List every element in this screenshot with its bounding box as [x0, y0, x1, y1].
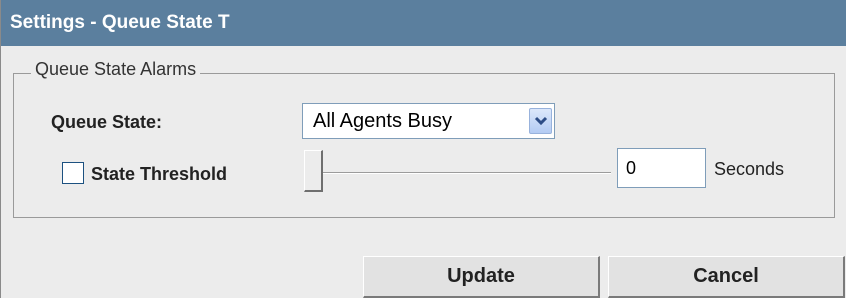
queue-state-selected-value: All Agents Busy: [313, 110, 452, 132]
threshold-seconds-input[interactable]: 0: [617, 148, 706, 188]
group-legend: Queue State Alarms: [31, 59, 201, 80]
title-bar: Settings - Queue State T: [1, 0, 846, 46]
state-threshold-checkbox[interactable]: [62, 162, 84, 184]
seconds-label: Seconds: [714, 159, 785, 179]
cancel-button[interactable]: Cancel: [608, 256, 845, 298]
queue-state-alarms-group: [13, 73, 835, 218]
update-button[interactable]: Update: [363, 256, 600, 298]
dialog-title: Settings - Queue State T: [10, 12, 230, 33]
state-threshold-label: State Threshold: [91, 164, 228, 184]
threshold-slider-handle[interactable]: [304, 150, 323, 192]
queue-state-select[interactable]: All Agents Busy: [302, 103, 555, 139]
chevron-down-icon: [534, 116, 548, 126]
queue-state-label: Queue State:: [51, 112, 163, 132]
dropdown-button[interactable]: [529, 108, 552, 134]
threshold-slider-track[interactable]: [319, 172, 611, 174]
settings-dialog: Settings - Queue State T Queue State Ala…: [0, 0, 846, 298]
